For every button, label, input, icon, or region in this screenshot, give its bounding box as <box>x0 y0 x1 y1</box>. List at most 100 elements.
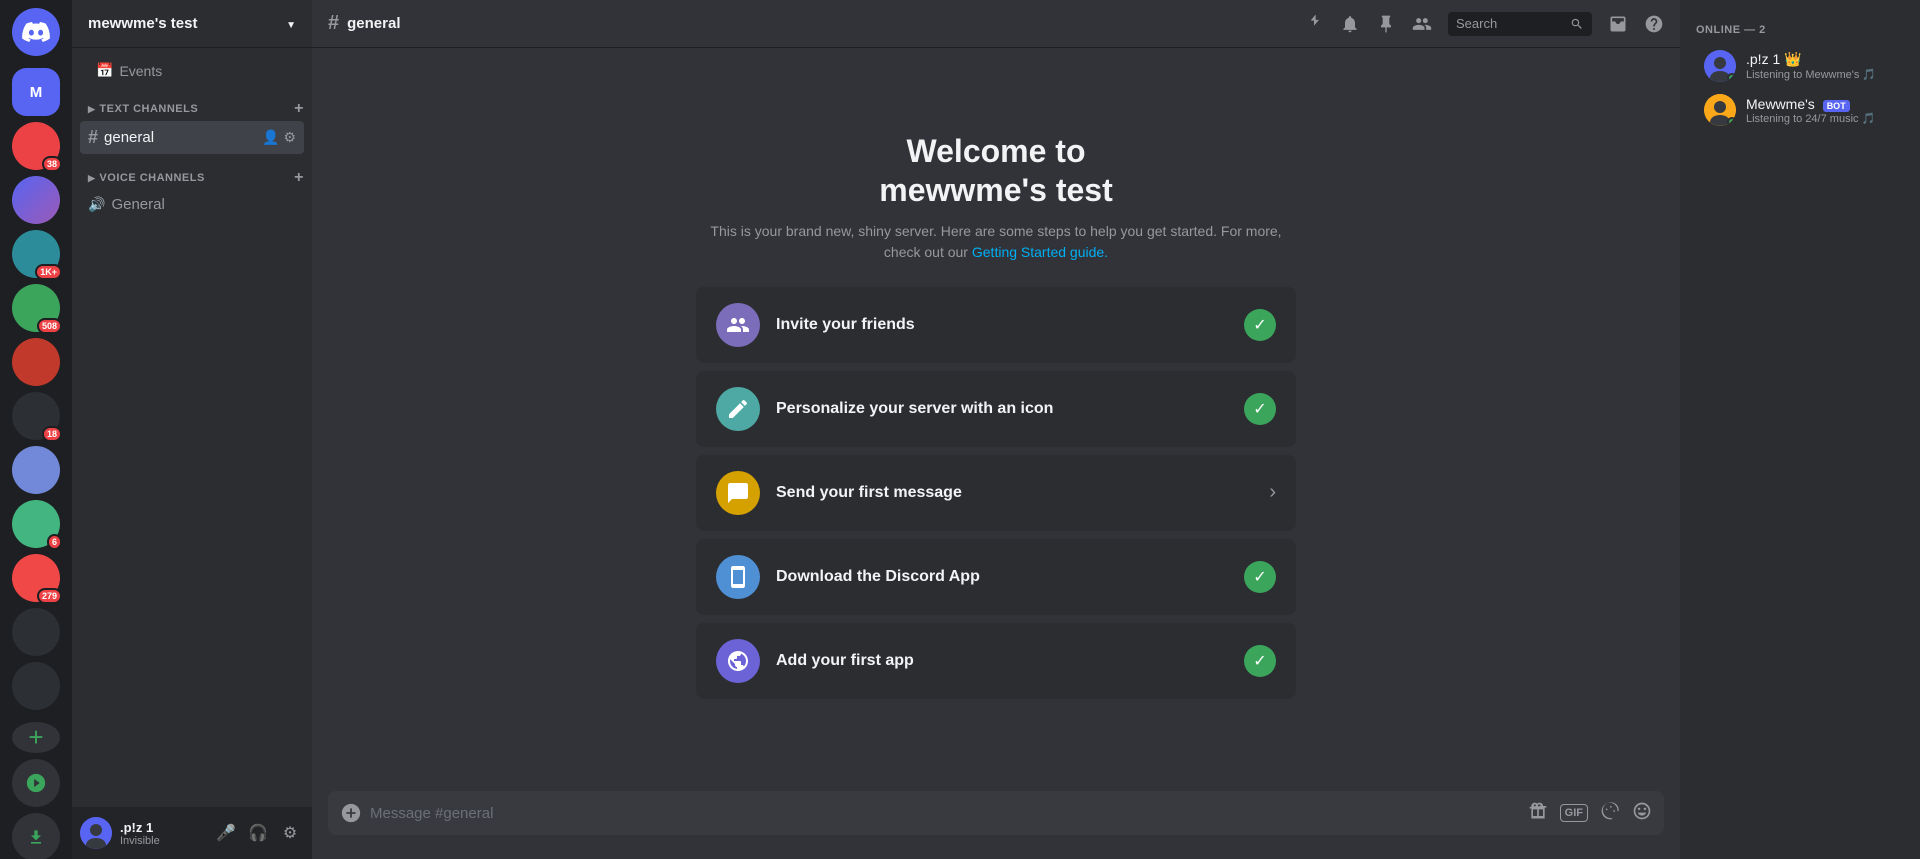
server-list: M 38 1K+ 508 18 6 279 + <box>0 0 72 859</box>
hash-icon: # <box>88 127 98 148</box>
checklist-item-personalize[interactable]: Personalize your server with an icon ✓ <box>696 371 1296 447</box>
server-icon-wrapper <box>12 662 60 710</box>
checklist-item-message[interactable]: Send your first message › <box>696 455 1296 531</box>
add-member-to-channel-icon[interactable]: 👤 <box>262 129 279 146</box>
members-icon-button[interactable] <box>1412 14 1432 34</box>
message-text-input[interactable] <box>370 805 1520 822</box>
message-label: Send your first message <box>776 484 1269 502</box>
members-sidebar: ONLINE — 2 .p!z 1 👑 Listening to Mewwme'… <box>1680 0 1920 859</box>
emoji-button[interactable] <box>1632 801 1652 826</box>
server-icon-wrapper: 18 <box>12 392 60 440</box>
server-icon-s3[interactable] <box>12 176 60 224</box>
personalize-checkmark: ✓ <box>1244 393 1276 425</box>
server-icon-wrapper <box>12 608 60 656</box>
server-icon-s11[interactable] <box>12 608 60 656</box>
user-panel: .p!z 1 Invisible 🎤 🎧 ⚙ <box>72 807 312 859</box>
text-channels-category[interactable]: TEXT CHANNELS + <box>72 85 312 121</box>
inbox-icon-button[interactable] <box>1608 14 1628 34</box>
explore-servers-button[interactable] <box>12 759 60 807</box>
boost-icon-button[interactable] <box>1304 14 1324 34</box>
channel-hash-icon: # <box>328 12 339 35</box>
events-icon: 📅 <box>96 62 113 79</box>
search-bar[interactable] <box>1448 12 1592 36</box>
channel-item-voice-general[interactable]: 🔊 General <box>80 190 304 219</box>
invite-label: Invite your friends <box>776 316 1244 334</box>
message-input-area: GIF <box>312 791 1680 859</box>
microphone-button[interactable]: 🎤 <box>212 819 240 847</box>
server-badge: 6 <box>47 534 62 550</box>
server-icon-mewwme[interactable]: M <box>12 68 60 116</box>
server-badge: 18 <box>42 426 62 442</box>
server-icon-wrapper <box>12 446 60 494</box>
member-name-p1z1: .p!z 1 👑 <box>1746 51 1896 68</box>
voice-channel-name: General <box>111 196 164 213</box>
personalize-label: Personalize your server with an icon <box>776 400 1244 418</box>
gift-button[interactable] <box>1528 801 1548 826</box>
chat-area: Welcome tomewwme's test This is your bra… <box>312 48 1680 791</box>
crown-icon: 👑 <box>1784 51 1801 67</box>
channel-header: # general <box>312 0 1680 48</box>
category-chevron <box>88 103 95 115</box>
server-icon-s8[interactable] <box>12 446 60 494</box>
checklist-item-invite[interactable]: Invite your friends ✓ <box>696 287 1296 363</box>
channel-item-general[interactable]: # general 👤 ⚙ <box>80 121 304 154</box>
channel-name-general: general <box>104 129 154 146</box>
server-icon-wrapper: 279 <box>12 554 60 602</box>
server-icon-s12[interactable] <box>12 662 60 710</box>
server-icon-s6[interactable] <box>12 338 60 386</box>
search-input[interactable] <box>1456 16 1566 31</box>
server-icon-wrapper: 38 <box>12 122 60 170</box>
server-badge: 1K+ <box>35 264 62 280</box>
server-icon-wrapper: 1K+ <box>12 230 60 278</box>
member-name-area: .p!z 1 👑 Listening to Mewwme's 🎵 <box>1746 51 1896 81</box>
server-icon-wrapper: M <box>12 68 60 116</box>
channel-item-icons: 👤 ⚙ <box>262 129 296 146</box>
sticker-button[interactable] <box>1600 801 1620 826</box>
channel-sidebar: mewwme's test 📅 Events TEXT CHANNELS + #… <box>72 0 312 859</box>
download-button[interactable] <box>12 813 60 859</box>
server-header[interactable]: mewwme's test <box>72 0 312 48</box>
welcome-title: Welcome tomewwme's test <box>696 132 1296 209</box>
member-item-mewwme[interactable]: Mewwme's BOT Listening to 24/7 music 🎵 <box>1688 88 1912 132</box>
member-status-dot-mewwme <box>1727 117 1736 126</box>
member-sub-p1z1: Listening to Mewwme's 🎵 <box>1746 68 1896 81</box>
channel-item-left-voice: 🔊 General <box>88 196 165 213</box>
user-settings-button[interactable]: ⚙ <box>276 819 304 847</box>
attach-file-button[interactable] <box>340 802 362 824</box>
voice-channels-category[interactable]: VOICE CHANNELS + <box>72 154 312 190</box>
channel-list: 📅 Events TEXT CHANNELS + # general 👤 ⚙ <box>72 48 312 807</box>
speaker-icon: 🔊 <box>88 196 105 213</box>
channel-settings-icon[interactable]: ⚙ <box>283 129 296 146</box>
first-app-icon <box>716 639 760 683</box>
discord-home-button[interactable] <box>12 8 60 56</box>
personalize-icon <box>716 387 760 431</box>
first-app-checkmark: ✓ <box>1244 645 1276 677</box>
add-voice-channel-button[interactable]: + <box>294 170 304 186</box>
bot-tag: BOT <box>1823 100 1850 112</box>
user-status: Invisible <box>120 835 204 847</box>
add-server-button[interactable]: + <box>12 722 60 753</box>
welcome-subtitle: This is your brand new, shiny server. He… <box>696 221 1296 263</box>
voice-category-chevron <box>88 172 95 184</box>
member-avatar-mewwme <box>1704 94 1736 126</box>
server-icon-wrapper <box>12 176 60 224</box>
server-icon-wrapper: 508 <box>12 284 60 332</box>
member-avatar-p1z1 <box>1704 50 1736 82</box>
server-icon-wrapper <box>12 338 60 386</box>
help-icon-button[interactable] <box>1644 14 1664 34</box>
message-icon <box>716 471 760 515</box>
events-item[interactable]: 📅 Events <box>80 56 304 85</box>
add-text-channel-button[interactable]: + <box>294 101 304 117</box>
gif-button[interactable]: GIF <box>1560 804 1588 822</box>
checklist-item-app[interactable]: Add your first app ✓ <box>696 623 1296 699</box>
getting-started-link[interactable]: Getting Started guide. <box>972 244 1108 260</box>
notification-icon-button[interactable] <box>1340 14 1360 34</box>
user-avatar[interactable] <box>80 817 112 849</box>
first-app-label: Add your first app <box>776 652 1244 670</box>
member-status-dot-online <box>1727 73 1736 82</box>
main-content: # general <box>312 0 1680 859</box>
member-item-p1z1[interactable]: .p!z 1 👑 Listening to Mewwme's 🎵 <box>1688 44 1912 88</box>
headset-button[interactable]: 🎧 <box>244 819 272 847</box>
checklist-item-download[interactable]: Download the Discord App ✓ <box>696 539 1296 615</box>
pin-icon-button[interactable] <box>1376 14 1396 34</box>
